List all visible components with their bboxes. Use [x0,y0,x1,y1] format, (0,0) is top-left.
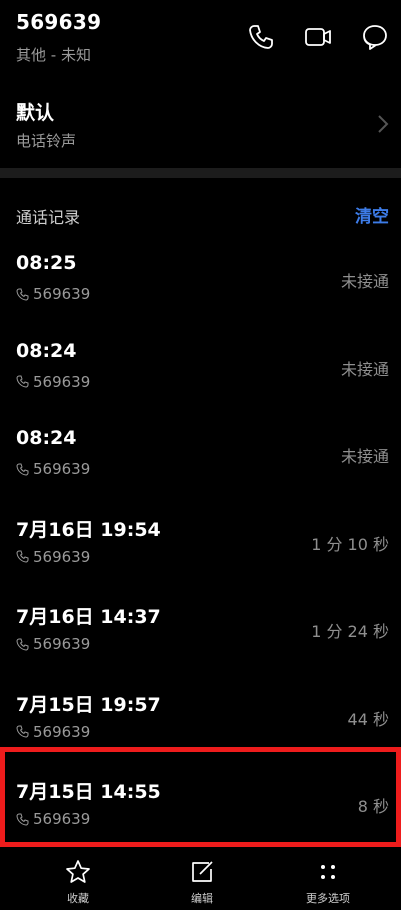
call-time: 7月16日 14:37 [16,606,161,628]
call-status: 未接通 [340,359,389,379]
call-number-text: 569639 [33,460,91,478]
call-time: 7月16日 19:54 [16,518,161,541]
call-number: 569639 [16,723,90,741]
call-number: 569639 [16,548,90,566]
call-number: 569639 [16,810,90,828]
call-status: 8 秒 [357,797,389,816]
call-number: 569639 [16,285,90,303]
call-status: 1 分 24 秒 [311,622,389,641]
phone-small-icon [16,550,29,563]
call-number-text: 569639 [33,722,91,741]
call-number-text: 569639 [33,810,91,828]
call-time: 08:25 [16,252,77,274]
phone-small-icon [16,375,29,388]
call-status: 1 分 10 秒 [311,534,389,554]
call-history-header: 通话记录 清空 [0,196,401,236]
edit-label: 编辑 [191,892,213,905]
call-time: 08:24 [16,427,77,449]
call-row[interactable]: 08:24 569639 未接通 [0,328,401,416]
ringtone-row[interactable]: 默认 电话铃声 [0,88,401,160]
message-icon[interactable] [360,22,390,52]
more-dots-icon [321,865,335,879]
section-divider [0,168,401,178]
ringtone-subtitle: 电话铃声 [16,132,77,150]
call-number-text: 569639 [33,635,91,653]
bottom-toolbar: 收藏 编辑 更多选项 [0,852,401,910]
phone-small-icon [16,288,29,301]
call-row[interactable]: 08:24 569639 未接通 [0,415,401,503]
call-time: 7月15日 19:57 [16,693,161,716]
call-number-text: 569639 [33,547,91,566]
call-number: 569639 [16,460,90,478]
call-number-text: 569639 [33,372,91,391]
clear-button[interactable]: 清空 [355,202,389,227]
contact-number: 569639 [16,10,102,34]
call-status: 未接通 [340,272,389,291]
more-options-label: 更多选项 [306,892,350,905]
favorite-button[interactable]: 收藏 [38,858,118,906]
video-call-icon[interactable] [303,22,333,52]
call-history-title: 通话记录 [16,208,81,227]
call-time: 08:24 [16,339,77,362]
contact-header: 569639 其他 - 未知 [0,0,401,80]
call-status: 44 秒 [347,709,389,729]
call-status: 未接通 [340,447,389,466]
call-number-text: 569639 [33,285,91,303]
call-row[interactable]: 7月15日 14:55 569639 8 秒 [0,765,401,853]
star-icon [66,860,90,883]
more-options-button[interactable]: 更多选项 [288,858,368,906]
phone-small-icon [16,638,29,651]
edit-button[interactable]: 编辑 [162,858,242,906]
call-number: 569639 [16,635,90,653]
call-history-list: 08:25 569639 未接通 08:24 569639 未接通 08:24 … [0,240,401,853]
phone-small-icon [16,463,29,476]
contact-subtitle: 其他 - 未知 [16,46,91,64]
call-row[interactable]: 08:25 569639 未接通 [0,240,401,328]
ringtone-title: 默认 [16,102,55,124]
edit-icon [192,861,213,882]
call-number: 569639 [16,373,90,391]
call-row[interactable]: 7月16日 19:54 569639 1 分 10 秒 [0,503,401,591]
call-time: 7月15日 14:55 [16,781,161,803]
chevron-right-icon [378,115,389,133]
call-row[interactable]: 7月16日 14:37 569639 1 分 24 秒 [0,590,401,678]
call-row[interactable]: 7月15日 19:57 569639 44 秒 [0,678,401,766]
phone-small-icon [16,725,29,738]
phone-icon[interactable] [246,22,276,52]
favorite-label: 收藏 [67,892,89,905]
phone-small-icon [16,813,29,826]
